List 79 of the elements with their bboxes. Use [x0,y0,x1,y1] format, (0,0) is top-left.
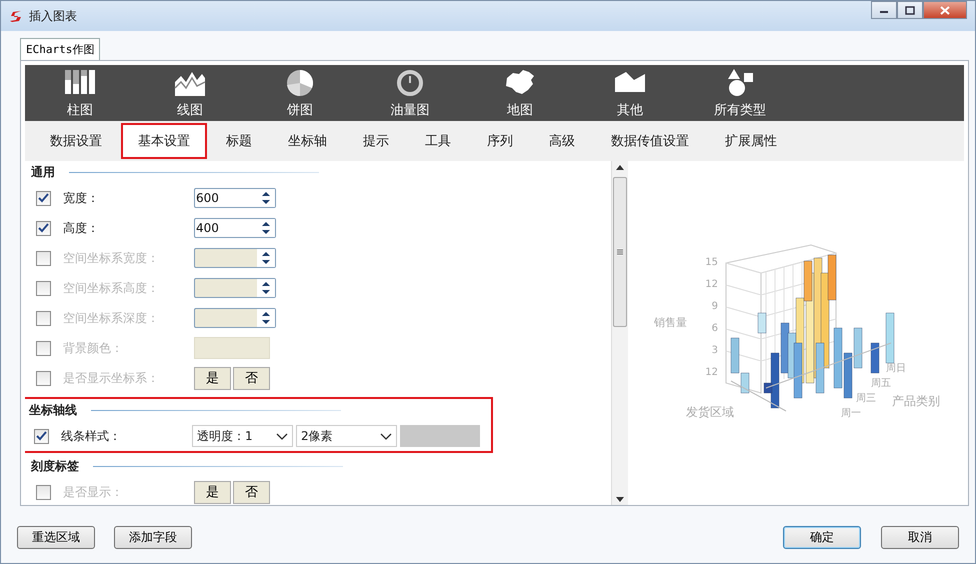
axis-tick-label: 周日 [886,363,906,374]
dropdown[interactable]: 2像素 [296,425,397,447]
settings-tab[interactable]: 数据传值设置 [594,123,706,159]
field-label: 空间坐标系宽度： [63,250,160,266]
axis-title: 发货区域 [686,405,734,419]
close-icon [940,6,950,14]
field-label: 是否显示坐标系： [63,370,160,386]
window-title: 插入图表 [29,8,78,24]
chart-type-button[interactable]: 线图 [135,65,245,121]
maximize-button[interactable] [897,1,923,19]
chart-type-button[interactable]: 油量图 [355,65,465,121]
field-label: 高度： [63,220,100,236]
chart-type-button[interactable]: 柱图 [25,65,135,121]
settings-tab[interactable]: 序列 [470,123,530,159]
footer-button[interactable]: 重选区域 [17,526,95,548]
scrollbar-thumb[interactable] [613,177,627,327]
settings-tab[interactable]: 扩展属性 [708,123,794,159]
field-label: 是否显示： [63,484,124,500]
grip-icon [617,249,623,255]
checkbox[interactable] [36,220,51,236]
spin-arrows-icon[interactable] [262,311,270,325]
footer-button[interactable]: 取消 [881,526,959,548]
settings-tab[interactable]: 基本设置 [121,123,207,159]
chart-type-button[interactable]: 饼图 [245,65,355,121]
chevron-down-icon [276,432,288,440]
axis-tick-label: 12 [705,279,718,290]
axis-tick-label: 周一 [841,408,861,419]
footer-button[interactable]: 添加字段 [114,526,192,548]
check-icon [38,193,49,203]
field-label: 空间坐标系高度： [63,280,160,296]
settings-tab[interactable]: 坐标轴 [271,123,344,159]
axis-tick-label: 3 [712,345,718,356]
field-label: 宽度： [63,190,100,206]
dropdown[interactable]: 透明度：1 [192,425,293,447]
color-field[interactable] [194,337,270,359]
checkbox[interactable] [34,428,49,444]
close-button[interactable] [923,1,967,19]
check-icon [36,431,47,441]
axis-tick-label: 周五 [871,378,891,389]
number-spinner[interactable]: 600 [194,188,276,208]
section-title: 坐标轴线 [29,402,77,418]
axis-title: 产品类别 [892,394,940,408]
axis-tick-label: 15 [705,257,718,268]
settings-tab[interactable]: 提示 [346,123,406,159]
pie-chart-icon [284,68,316,98]
gauge-chart-icon [394,68,426,98]
scroll-down-icon[interactable] [616,496,624,502]
settings-tab[interactable]: 标题 [209,123,269,159]
number-spinner[interactable]: 400 [194,218,276,238]
color-swatch[interactable] [400,425,480,447]
app-logo-icon [9,9,23,23]
scroll-up-icon[interactable] [616,164,624,170]
checkbox[interactable] [36,190,51,206]
section-title: 刻度标签 [31,458,79,474]
axis-tick-label: 9 [712,301,718,312]
field-label: 背景颜色： [63,340,124,356]
spin-arrows-icon[interactable] [262,251,270,265]
chart-type-button[interactable]: 地图 [465,65,575,121]
axis-title: 销售量 [654,316,687,329]
minimize-button[interactable] [871,1,897,19]
axis-tick-label: 12 [705,367,718,378]
chart-type-button[interactable]: 所有类型 [685,65,795,121]
section-title: 通用 [31,164,55,180]
axis-tick-label: 6 [712,323,718,334]
maximize-icon [905,6,915,14]
field-label: 空间坐标系深度： [63,310,160,326]
chart-type-button[interactable]: 其他 [575,65,685,121]
spin-arrows-icon[interactable] [262,221,270,235]
field-label: 线条样式： [61,428,122,444]
chevron-down-icon [380,432,392,440]
spin-arrows-icon[interactable] [262,281,270,295]
tab[interactable]: ECharts作图 [20,38,100,60]
axis-tick-label: 周三 [856,393,876,404]
footer-button[interactable]: 确定 [783,526,861,548]
settings-tab[interactable]: 数据设置 [33,123,119,159]
settings-tab[interactable]: 高级 [532,123,592,159]
spin-arrows-icon[interactable] [262,191,270,205]
check-icon [38,223,49,233]
settings-tab[interactable]: 工具 [408,123,468,159]
